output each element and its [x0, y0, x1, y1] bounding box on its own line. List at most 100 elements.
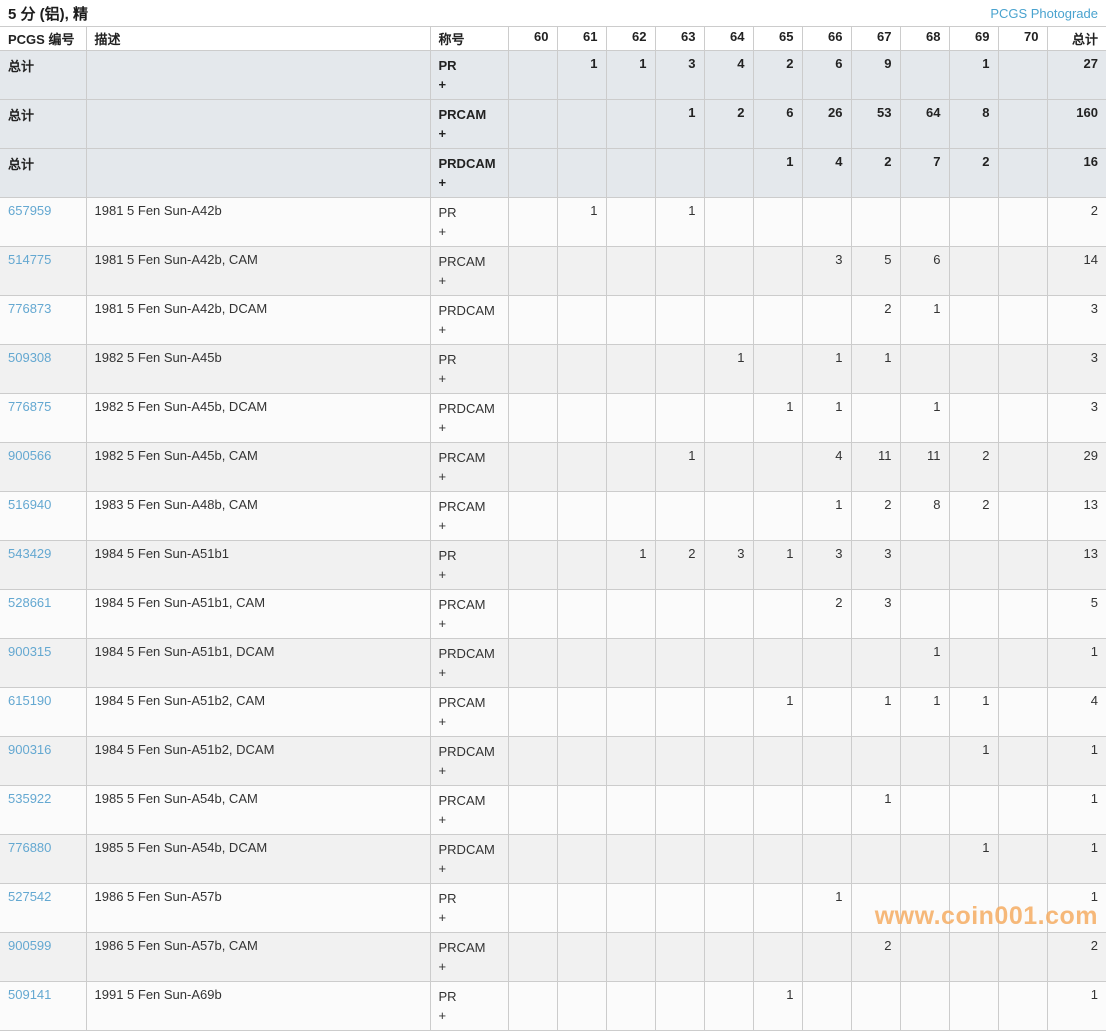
designation-cell: PRDCAM+ — [430, 835, 508, 884]
header-grade-66: 66 — [802, 27, 851, 51]
description-cell: 1984 5 Fen Sun-A51b2, CAM — [86, 688, 430, 737]
designation-cell: PR+ — [430, 345, 508, 394]
grade-count-cell — [900, 198, 949, 247]
row-total-cell: 14 — [1047, 247, 1106, 296]
grade-count-cell — [508, 492, 557, 541]
grade-count-cell — [557, 394, 606, 443]
designation-cell: PRDCAM+ — [430, 639, 508, 688]
designation-cell: PRCAM+ — [430, 247, 508, 296]
row-total-cell: 2 — [1047, 933, 1106, 982]
grade-count-cell — [949, 345, 998, 394]
grade-count-cell — [802, 933, 851, 982]
grade-count-cell — [606, 247, 655, 296]
grade-count-cell — [508, 394, 557, 443]
grade-count-cell — [998, 247, 1047, 296]
grade-count-cell — [998, 100, 1047, 149]
grade-count-cell — [998, 884, 1047, 933]
grade-count-cell — [802, 198, 851, 247]
pcgs-number-link[interactable]: 776880 — [8, 840, 51, 855]
description-cell: 1984 5 Fen Sun-A51b2, DCAM — [86, 737, 430, 786]
header-row: PCGS 编号 描述 称号 60 61 62 63 64 65 66 67 68… — [0, 27, 1106, 51]
grade-count-cell — [998, 345, 1047, 394]
designation-label: PRCAM — [439, 791, 500, 810]
description-cell: 1984 5 Fen Sun-A51b1, DCAM — [86, 639, 430, 688]
photograde-link[interactable]: PCGS Photograde — [990, 6, 1098, 21]
grade-count-cell: 2 — [949, 443, 998, 492]
row-total-cell: 3 — [1047, 345, 1106, 394]
pcgs-number-link[interactable]: 527542 — [8, 889, 51, 904]
grade-count-cell — [949, 982, 998, 1031]
grade-count-cell: 53 — [851, 100, 900, 149]
designation-plus-label: + — [439, 222, 500, 241]
pcgs-number-link[interactable]: 776873 — [8, 301, 51, 316]
pcgs-number-link[interactable]: 516940 — [8, 497, 51, 512]
grade-count-cell: 2 — [753, 51, 802, 100]
grade-count-cell: 1 — [851, 688, 900, 737]
row-total-cell: 1 — [1047, 982, 1106, 1031]
grade-count-cell — [753, 590, 802, 639]
grade-count-cell: 2 — [851, 149, 900, 198]
grade-count-cell — [655, 737, 704, 786]
table-row: 9003151984 5 Fen Sun-A51b1, DCAMPRDCAM+1… — [0, 639, 1106, 688]
pcgs-number-link[interactable]: 900566 — [8, 448, 51, 463]
designation-label: PRDCAM — [439, 644, 500, 663]
designation-plus-label: + — [439, 173, 500, 192]
pcgs-number-link[interactable]: 615190 — [8, 693, 51, 708]
total-row: 总计PRCAM+1262653648160 — [0, 100, 1106, 149]
grade-count-cell — [557, 639, 606, 688]
grade-count-cell — [998, 541, 1047, 590]
grade-count-cell — [557, 149, 606, 198]
pcgs-number-link[interactable]: 776875 — [8, 399, 51, 414]
grade-count-cell — [606, 345, 655, 394]
grade-count-cell — [508, 786, 557, 835]
header-grade-60: 60 — [508, 27, 557, 51]
grade-count-cell — [998, 639, 1047, 688]
grade-count-cell — [606, 590, 655, 639]
grade-count-cell — [655, 296, 704, 345]
grade-count-cell — [508, 737, 557, 786]
pcgs-number-link[interactable]: 528661 — [8, 595, 51, 610]
grade-count-cell — [949, 639, 998, 688]
designation-cell: PR+ — [430, 541, 508, 590]
grade-count-cell — [949, 933, 998, 982]
grade-count-cell — [704, 247, 753, 296]
pcgs-number-link[interactable]: 900316 — [8, 742, 51, 757]
header-grade-62: 62 — [606, 27, 655, 51]
grade-count-cell: 7 — [900, 149, 949, 198]
pcgs-number-link[interactable]: 509141 — [8, 987, 51, 1002]
pcgs-number-link[interactable]: 543429 — [8, 546, 51, 561]
grade-count-cell — [557, 786, 606, 835]
grade-count-cell — [557, 884, 606, 933]
table-row: 9003161984 5 Fen Sun-A51b2, DCAMPRDCAM+1… — [0, 737, 1106, 786]
grade-count-cell — [655, 590, 704, 639]
pcgs-number-link[interactable]: 535922 — [8, 791, 51, 806]
pcgs-number-link[interactable]: 657959 — [8, 203, 51, 218]
grade-count-cell — [508, 982, 557, 1031]
header-grade-61: 61 — [557, 27, 606, 51]
row-total-cell: 27 — [1047, 51, 1106, 100]
grade-count-cell — [655, 933, 704, 982]
grade-count-cell: 2 — [851, 296, 900, 345]
table-row: 6151901984 5 Fen Sun-A51b2, CAMPRCAM+111… — [0, 688, 1106, 737]
grade-count-cell: 1 — [802, 345, 851, 394]
designation-plus-label: + — [439, 663, 500, 682]
table-row: 5169401983 5 Fen Sun-A48b, CAMPRCAM+1282… — [0, 492, 1106, 541]
grade-count-cell — [949, 884, 998, 933]
designation-plus-label: + — [439, 320, 500, 339]
designation-cell: PR+ — [430, 51, 508, 100]
table-row: 5434291984 5 Fen Sun-A51b1PR+12313313 — [0, 541, 1106, 590]
pcgs-number-link[interactable]: 900315 — [8, 644, 51, 659]
pcgs-number-link[interactable]: 509308 — [8, 350, 51, 365]
header-grade-67: 67 — [851, 27, 900, 51]
grade-count-cell: 1 — [900, 688, 949, 737]
row-total-cell: 1 — [1047, 835, 1106, 884]
grade-count-cell — [998, 590, 1047, 639]
grade-count-cell: 1 — [557, 51, 606, 100]
grade-count-cell — [900, 541, 949, 590]
grade-count-cell: 1 — [704, 345, 753, 394]
header-pcgs-number: PCGS 编号 — [0, 27, 86, 51]
grade-count-cell — [998, 786, 1047, 835]
pcgs-number-link[interactable]: 514775 — [8, 252, 51, 267]
designation-cell: PRCAM+ — [430, 590, 508, 639]
population-report-table: PCGS 编号 描述 称号 60 61 62 63 64 65 66 67 68… — [0, 26, 1106, 1031]
